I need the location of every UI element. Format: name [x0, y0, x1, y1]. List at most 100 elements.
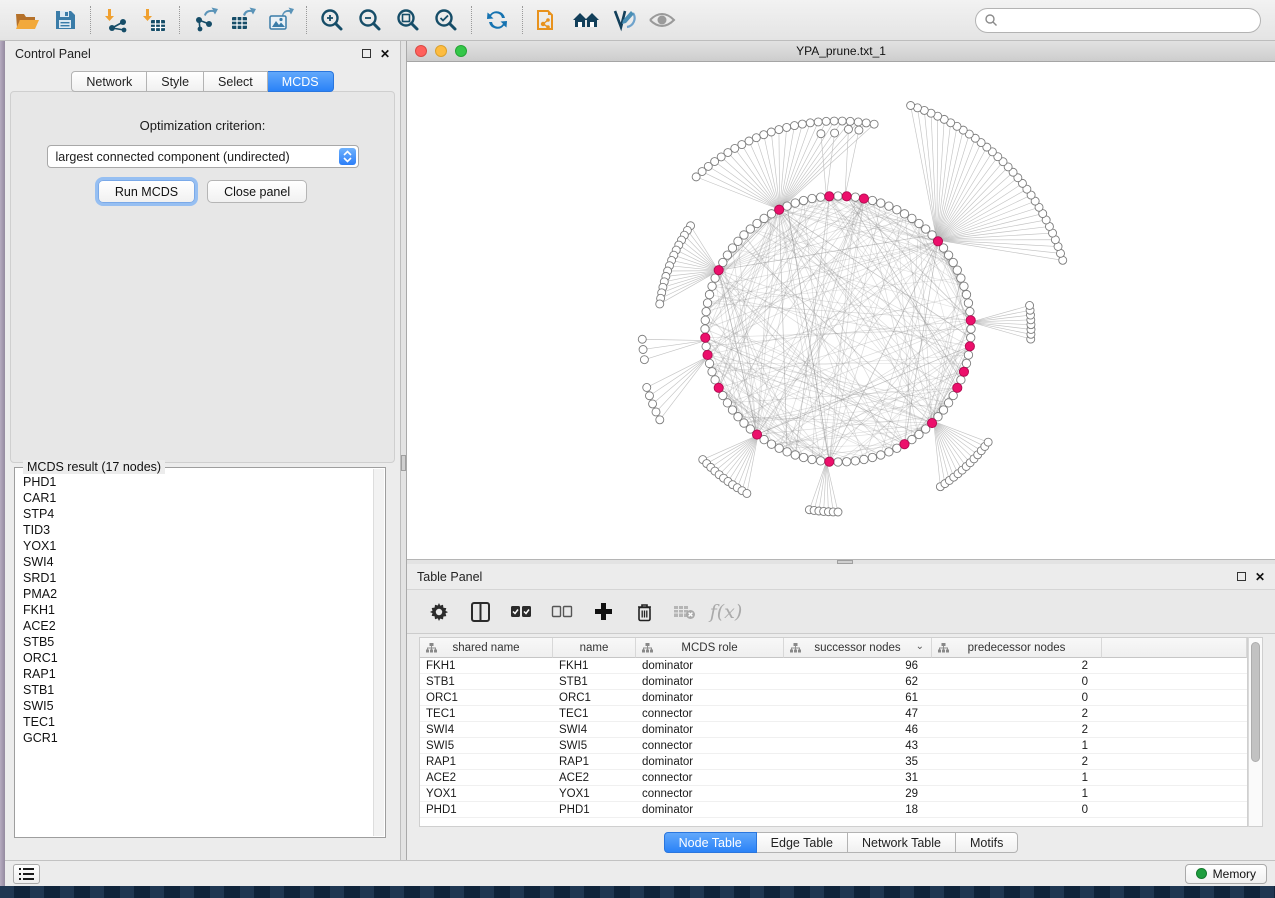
tab-edge-table[interactable]: Edge Table — [757, 832, 848, 853]
table-row[interactable]: SWI5SWI5connector431 — [420, 738, 1247, 754]
table-cell[interactable]: 47 — [784, 706, 932, 722]
table-cell[interactable]: 96 — [784, 658, 932, 674]
mcds-result-item[interactable]: CAR1 — [23, 490, 365, 506]
open-session-button[interactable] — [8, 3, 46, 37]
show-hide-button[interactable] — [643, 3, 681, 37]
table-row[interactable]: YOX1YOX1connector291 — [420, 786, 1247, 802]
table-row[interactable]: STB1STB1dominator620 — [420, 674, 1247, 690]
table-settings-button[interactable] — [427, 600, 451, 624]
table-cell[interactable]: RAP1 — [420, 754, 553, 770]
table-cell[interactable]: SWI4 — [420, 722, 553, 738]
tab-select[interactable]: Select — [204, 71, 268, 92]
add-column-button[interactable] — [591, 600, 615, 624]
table-cell[interactable]: dominator — [636, 722, 784, 738]
table-cell[interactable]: 18 — [784, 802, 932, 818]
table-cell[interactable]: 31 — [784, 770, 932, 786]
zoom-selected-button[interactable] — [427, 3, 465, 37]
close-panel-button[interactable]: Close panel — [207, 180, 307, 203]
table-cell[interactable]: connector — [636, 706, 784, 722]
table-row[interactable]: FKH1FKH1dominator962 — [420, 658, 1247, 674]
mcds-list-scrollbar[interactable] — [373, 469, 384, 836]
table-row[interactable]: PHD1PHD1dominator180 — [420, 802, 1247, 818]
mcds-result-item[interactable]: RAP1 — [23, 666, 365, 682]
export-image-button[interactable] — [262, 3, 300, 37]
table-cell[interactable]: STB1 — [553, 674, 636, 690]
tab-mcds[interactable]: MCDS — [268, 71, 334, 92]
close-panel-icon[interactable]: ✕ — [380, 48, 390, 60]
mcds-result-item[interactable]: TEC1 — [23, 714, 365, 730]
first-neighbors-button[interactable] — [567, 3, 605, 37]
global-search[interactable] — [975, 8, 1261, 33]
table-cell[interactable]: 0 — [932, 802, 1102, 818]
table-cell[interactable]: dominator — [636, 674, 784, 690]
table-cell[interactable]: STB1 — [420, 674, 553, 690]
reapply-layout-button[interactable] — [478, 3, 516, 37]
close-panel-icon[interactable]: ✕ — [1255, 571, 1265, 583]
tab-network[interactable]: Network — [71, 71, 147, 92]
zoom-in-button[interactable] — [313, 3, 351, 37]
float-panel-icon[interactable] — [362, 49, 371, 58]
table-cell[interactable]: ACE2 — [553, 770, 636, 786]
run-mcds-button[interactable]: Run MCDS — [98, 180, 195, 203]
tab-motifs[interactable]: Motifs — [956, 832, 1018, 853]
table-cell[interactable]: TEC1 — [420, 706, 553, 722]
table-cell[interactable]: ORC1 — [420, 690, 553, 706]
table-cell[interactable]: 2 — [932, 706, 1102, 722]
tab-style[interactable]: Style — [147, 71, 204, 92]
mcds-result-item[interactable]: STP4 — [23, 506, 365, 522]
table-cell[interactable]: SWI5 — [420, 738, 553, 754]
mcds-result-item[interactable]: FKH1 — [23, 602, 365, 618]
new-network-from-selection-button[interactable] — [529, 3, 567, 37]
zoom-out-button[interactable] — [351, 3, 389, 37]
search-input[interactable] — [1003, 13, 1252, 27]
mcds-result-list[interactable]: PHD1CAR1STP4TID3YOX1SWI4SRD1PMA2FKH1ACE2… — [16, 472, 372, 836]
mcds-result-item[interactable]: SRD1 — [23, 570, 365, 586]
table-cell[interactable]: 1 — [932, 786, 1102, 802]
table-row[interactable]: ORC1ORC1dominator610 — [420, 690, 1247, 706]
table-cell[interactable]: YOX1 — [420, 786, 553, 802]
tab-network-table[interactable]: Network Table — [848, 832, 956, 853]
table-cell[interactable]: dominator — [636, 690, 784, 706]
mcds-result-item[interactable]: GCR1 — [23, 730, 365, 746]
table-cell[interactable]: dominator — [636, 754, 784, 770]
table-cell[interactable]: YOX1 — [553, 786, 636, 802]
table-cell[interactable]: 1 — [932, 738, 1102, 754]
table-cell[interactable]: FKH1 — [553, 658, 636, 674]
float-panel-icon[interactable] — [1237, 572, 1246, 581]
table-scrollbar[interactable] — [1248, 637, 1263, 827]
table-cell[interactable]: 61 — [784, 690, 932, 706]
table-cell[interactable]: 62 — [784, 674, 932, 690]
tab-node-table[interactable]: Node Table — [664, 832, 757, 853]
table-cell[interactable]: connector — [636, 770, 784, 786]
column-header-successor-nodes[interactable]: successor nodes⌄ — [784, 638, 932, 658]
table-cell[interactable]: 2 — [932, 754, 1102, 770]
network-canvas[interactable] — [407, 62, 1275, 559]
import-table-button[interactable] — [135, 3, 173, 37]
vertical-splitter[interactable] — [400, 41, 407, 860]
table-cell[interactable]: 0 — [932, 674, 1102, 690]
table-cell[interactable]: dominator — [636, 802, 784, 818]
mcds-result-item[interactable]: STB5 — [23, 634, 365, 650]
table-row[interactable]: SWI4SWI4dominator462 — [420, 722, 1247, 738]
table-cell[interactable]: 2 — [932, 658, 1102, 674]
table-cell[interactable]: dominator — [636, 658, 784, 674]
annotation-mode-button[interactable] — [605, 3, 643, 37]
mcds-result-item[interactable]: STB1 — [23, 682, 365, 698]
deselect-all-button[interactable] — [550, 600, 574, 624]
table-cell[interactable]: 1 — [932, 770, 1102, 786]
mcds-result-item[interactable]: ORC1 — [23, 650, 365, 666]
table-cell[interactable]: SWI5 — [553, 738, 636, 754]
export-table-button[interactable] — [224, 3, 262, 37]
memory-button[interactable]: Memory — [1185, 864, 1267, 884]
table-cell[interactable]: TEC1 — [553, 706, 636, 722]
table-cell[interactable]: FKH1 — [420, 658, 553, 674]
select-all-button[interactable] — [509, 600, 533, 624]
task-history-button[interactable] — [13, 864, 40, 884]
import-network-button[interactable] — [97, 3, 135, 37]
table-cell[interactable]: 35 — [784, 754, 932, 770]
mcds-result-item[interactable]: TID3 — [23, 522, 365, 538]
mcds-result-item[interactable]: PMA2 — [23, 586, 365, 602]
criterion-select[interactable]: largest connected component (undirected) — [47, 145, 359, 168]
column-header-shared-name[interactable]: shared name — [420, 638, 553, 658]
table-cell[interactable]: 29 — [784, 786, 932, 802]
